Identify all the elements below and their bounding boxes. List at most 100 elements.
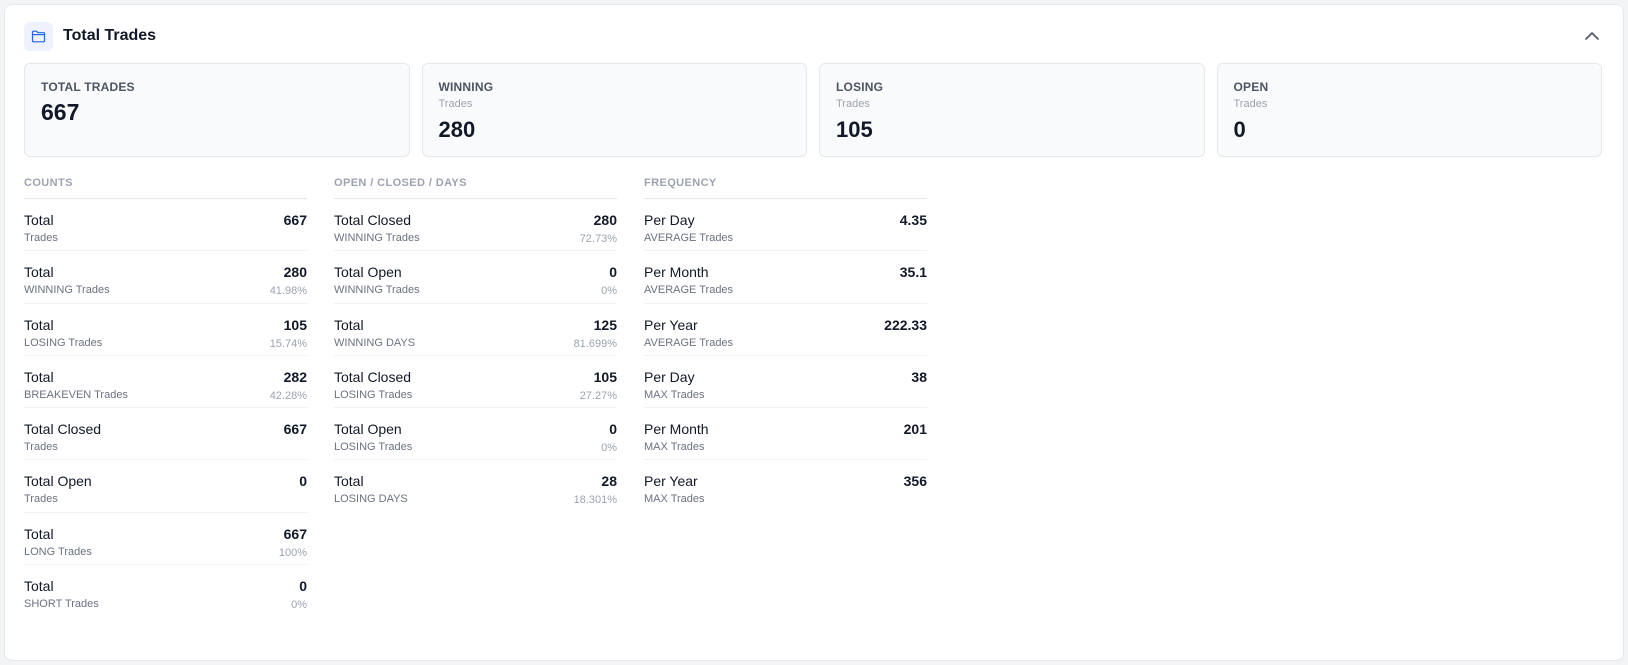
stat-label: Total: [24, 525, 54, 542]
card-value: 0: [1233, 117, 1246, 142]
stat-row: Total Closed 105 LOSING Trades 27.27%: [334, 356, 617, 409]
stat-label: Per Day: [644, 212, 695, 228]
card-label: OPEN: [1233, 80, 1269, 94]
stat-sublabel: BREAKEVEN Trades: [24, 388, 128, 401]
stat-percent: 15.74%: [269, 337, 307, 350]
card-label: TOTAL TRADES: [41, 80, 135, 94]
stat-label: Total: [334, 316, 364, 333]
stat-row: Per Year 222.33 AVERAGE Trades: [644, 304, 927, 356]
stat-percent: 0%: [601, 285, 617, 298]
stat-label: Total: [24, 578, 54, 595]
frequency-column: FREQUENCY Per Day 4.35 AVERAGE Trades Per M…: [644, 177, 927, 617]
total-trades-panel: Total Trades TOTAL TRADES 667 WINNING Tr…: [4, 4, 1624, 661]
stat-label: Total Open: [334, 264, 402, 281]
stat-label: Total Open: [334, 421, 402, 438]
stat-label: Total Closed: [24, 421, 102, 438]
card-sub: Trades: [438, 98, 473, 110]
card-value: 280: [438, 117, 476, 142]
stat-percent: 0%: [291, 599, 307, 612]
stat-label: Total Open: [24, 473, 92, 490]
stat-sublabel: Trades: [24, 493, 58, 506]
stat-label: Total Closed: [334, 368, 412, 385]
stat-row: Total 282 BREAKEVEN Trades 42.28%: [24, 356, 307, 409]
stat-sublabel: Trades: [24, 232, 58, 244]
card-label: LOSING: [836, 80, 884, 94]
stat-row: Total Closed 667 Trades: [24, 408, 307, 461]
stat-label: Total: [24, 264, 54, 281]
card-value: 667: [41, 99, 80, 125]
stat-row: Per Month 35.1 AVERAGE Trades: [644, 251, 927, 304]
column-heading: COUNTS: [24, 177, 307, 199]
stat-sublabel: AVERAGE Trades: [644, 284, 734, 297]
card-value: 105: [836, 117, 873, 142]
stat-value: 35.1: [899, 264, 927, 281]
stat-percent: 81.699%: [573, 337, 617, 350]
stat-row: Total 667 Trades: [24, 199, 307, 252]
stat-sublabel: LONG Trades: [24, 545, 92, 558]
stat-label: Total: [24, 316, 54, 333]
panel-header: Total Trades: [24, 21, 1604, 51]
stat-sublabel: LOSING DAYS: [334, 493, 408, 506]
stats-columns: COUNTS Total 667 Trades Total 280 WINNING Tra…: [24, 177, 927, 617]
stat-label: Total: [334, 473, 364, 490]
column-heading: OPEN / CLOSED / DAYS: [334, 177, 617, 199]
stat-sublabel: LOSING Trades: [334, 441, 413, 454]
stat-value: 280: [283, 264, 307, 281]
stat-percent: 72.73%: [579, 233, 617, 245]
stat-sublabel: Trades: [24, 441, 58, 454]
stat-value: 201: [903, 421, 927, 438]
stat-value: 0: [609, 421, 617, 438]
card-label: WINNING: [438, 80, 494, 94]
stat-row: Total 105 LOSING Trades 15.74%: [24, 304, 307, 356]
stat-label: Total Closed: [334, 212, 412, 228]
column-heading: FREQUENCY: [644, 177, 927, 199]
stat-value: 0: [299, 473, 307, 490]
stat-row: Per Day 38 MAX Trades: [644, 356, 927, 409]
stat-label: Total: [24, 212, 54, 228]
stat-row: Total 0 SHORT Trades 0%: [24, 565, 307, 617]
stat-value: 282: [283, 368, 307, 385]
stat-sublabel: WINNING Trades: [334, 284, 420, 297]
card-sub: Trades: [1233, 98, 1268, 110]
stat-row: Per Month 201 MAX Trades: [644, 408, 927, 461]
stat-sublabel: MAX Trades: [644, 441, 705, 454]
card-sub: Trades: [836, 98, 870, 110]
card-open: OPEN Trades 0: [1216, 63, 1602, 157]
stat-value: 280: [593, 212, 617, 228]
folder-icon: [24, 21, 53, 51]
stat-label: Per Year: [644, 316, 698, 333]
stat-row: Total Open 0 Trades: [24, 460, 307, 513]
stat-percent: 0%: [601, 442, 617, 455]
stat-label: Per Month: [644, 264, 709, 281]
stat-row: Per Day 4.35 AVERAGE Trades: [644, 199, 927, 252]
stat-row: Total Closed 280 WINNING Trades 72.73%: [334, 199, 617, 252]
stat-percent: 42.28%: [269, 389, 307, 402]
stat-value: 667: [283, 421, 307, 438]
stat-sublabel: LOSING Trades: [334, 388, 413, 401]
stat-row: Total Open 0 WINNING Trades 0%: [334, 251, 617, 304]
stat-sublabel: LOSING Trades: [24, 336, 103, 349]
stat-sublabel: WINNING Trades: [24, 284, 110, 297]
stat-sublabel: AVERAGE Trades: [644, 232, 734, 244]
stat-value: 356: [903, 473, 927, 490]
stat-label: Total: [24, 368, 54, 385]
stat-sublabel: WINNING DAYS: [334, 336, 416, 349]
collapse-button[interactable]: [1580, 24, 1604, 48]
stat-value: 667: [283, 525, 307, 542]
stat-value: 28: [601, 473, 617, 490]
open-closed-column: OPEN / CLOSED / DAYS Total Closed 280 WINN…: [334, 177, 617, 617]
stat-label: Per Day: [644, 368, 695, 385]
stat-percent: 27.27%: [579, 389, 617, 402]
stat-value: 38: [911, 368, 927, 385]
stat-sublabel: AVERAGE Trades: [644, 336, 734, 349]
stat-row: Total 280 WINNING Trades 41.98%: [24, 251, 307, 304]
stat-label: Per Year: [644, 473, 698, 490]
stat-value: 4.35: [899, 212, 927, 228]
stat-value: 105: [283, 316, 307, 333]
panel-title: Total Trades: [63, 27, 157, 44]
card-total-trades: TOTAL TRADES 667: [24, 63, 410, 157]
summary-cards: TOTAL TRADES 667 WINNING Trades 280 LOSI…: [24, 63, 1602, 157]
stat-row: Total 667 LONG Trades 100%: [24, 513, 307, 566]
counts-column: COUNTS Total 667 Trades Total 280 WINNING Tra…: [24, 177, 307, 617]
stat-row: Per Year 356 MAX Trades: [644, 460, 927, 512]
